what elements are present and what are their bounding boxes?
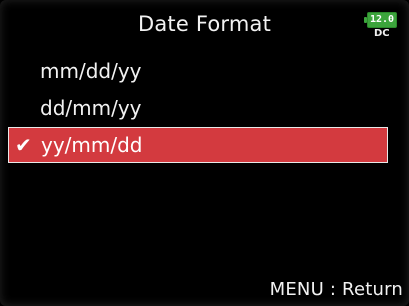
date-format-list: mm/dd/yy dd/mm/yy ✔ yy/mm/dd xyxy=(8,53,388,164)
battery-level: 12.0 xyxy=(369,14,395,25)
menu-item-yy-mm-dd[interactable]: ✔ yy/mm/dd xyxy=(8,127,388,163)
menu-item-label: dd/mm/yy xyxy=(40,96,142,120)
page-title: Date Format xyxy=(137,12,272,36)
power-source-label: DC xyxy=(374,28,390,39)
menu-item-dd-mm-yy[interactable]: dd/mm/yy xyxy=(8,90,388,126)
checkmark-icon: ✔ xyxy=(15,133,32,157)
menu-item-label: yy/mm/dd xyxy=(41,133,143,157)
menu-item-mm-dd-yy[interactable]: mm/dd/yy xyxy=(8,53,388,89)
device-screen: Date Format 12.0 DC mm/dd/yy dd/mm/yy ✔ … xyxy=(0,0,409,306)
power-status: 12.0 DC xyxy=(363,12,401,44)
battery-icon: 12.0 xyxy=(364,12,397,28)
footer-hint: MENU : Return xyxy=(269,279,403,300)
menu-item-label: mm/dd/yy xyxy=(40,59,142,83)
